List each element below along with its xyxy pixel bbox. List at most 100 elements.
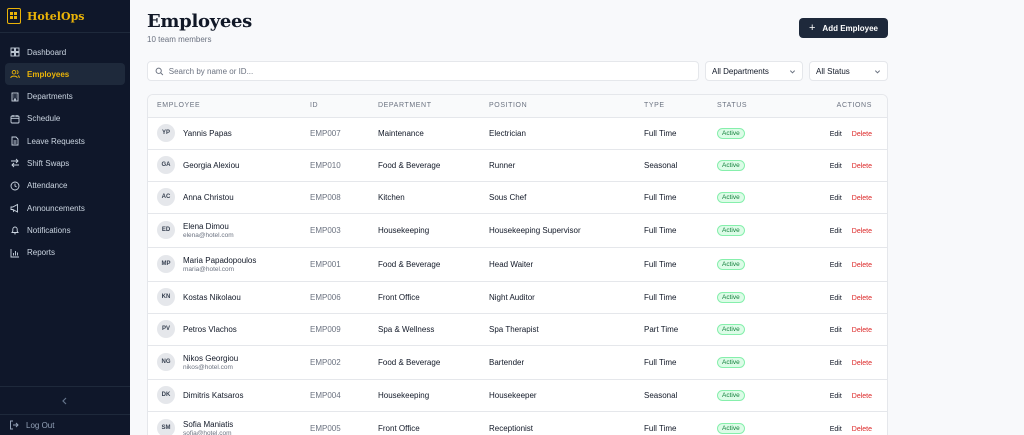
employee-name: Sofia Maniatis [183,419,234,429]
table-row[interactable]: MP Maria Papadopoulos maria@hotel.com EMP00… [148,247,887,282]
delete-button[interactable]: Delete [852,228,872,235]
avatar: NG [157,353,175,371]
department-filter-select[interactable]: All Departments [705,61,803,81]
brand[interactable]: HotelOps [0,0,130,33]
edit-button[interactable]: Edit [830,228,842,235]
column-header-department[interactable]: DEPARTMENT [378,95,489,118]
employee-department: Housekeeping [378,213,489,248]
edit-button[interactable]: Edit [830,393,842,400]
sidebar: HotelOps Dashboard Employees Departments Sc… [0,0,130,435]
sidebar-item-notifications[interactable]: Notifications [5,219,125,241]
logout-button[interactable]: Log Out [0,415,130,435]
column-header-position[interactable]: POSITION [489,95,644,118]
sidebar-item-reports[interactable]: Reports [5,242,125,264]
employee-department: Food & Beverage [378,345,489,380]
employee-cell: YP Yannis Papas [148,117,310,150]
table-row[interactable]: ED Elena Dimou elena@hotel.com EMP003 Housek… [148,213,887,248]
collapse-sidebar-button[interactable] [0,387,130,415]
table-header-row: EMPLOYEE ID DEPARTMENT POSITION TYPE STA… [148,95,887,118]
sidebar-item-departments[interactable]: Departments [5,86,125,108]
sidebar-item-shift-swaps[interactable]: Shift Swaps [5,152,125,174]
title-block: Employees 10 team members [147,11,252,44]
filter-bar: All Departments All Status [147,61,888,81]
table-row[interactable]: GA Georgia Alexiou EMP010 Food & Beverage Ru… [148,149,887,182]
edit-button[interactable]: Edit [830,295,842,302]
edit-button[interactable]: Edit [830,327,842,334]
edit-button[interactable]: Edit [830,426,842,433]
employee-id: EMP002 [310,345,378,380]
sidebar-item-dashboard[interactable]: Dashboard [5,41,125,63]
table-row[interactable]: AC Anna Christou EMP008 Kitchen Sous Chef Ful… [148,181,887,214]
employee-position: Housekeeping Supervisor [489,213,644,248]
employee-id: EMP008 [310,181,378,214]
actions-cell: Edit Delete [787,117,887,150]
edit-button[interactable]: Edit [830,131,842,138]
employees-table-container: EMPLOYEE ID DEPARTMENT POSITION TYPE STA… [147,94,888,435]
status-cell: Active [717,181,787,214]
department-filter-value: All Departments [712,66,769,76]
employee-cell: SM Sofia Maniatis sofia@hotel.com [148,411,310,435]
status-badge: Active [717,422,745,434]
sidebar-item-announcements[interactable]: Announcements [5,197,125,219]
add-employee-button[interactable]: + Add Employee [799,18,888,38]
edit-button[interactable]: Edit [830,195,842,202]
delete-button[interactable]: Delete [852,426,872,433]
employee-name: Petros Vlachos [183,324,237,334]
status-filter-select[interactable]: All Status [809,61,888,81]
employee-type: Full Time [644,247,717,282]
employee-cell: NG Nikos Georgiou nikos@hotel.com [148,345,310,380]
employee-id: EMP004 [310,379,378,412]
employee-cell: MP Maria Papadopoulos maria@hotel.com [148,247,310,282]
delete-button[interactable]: Delete [852,360,872,367]
actions-cell: Edit Delete [787,149,887,182]
table-row[interactable]: NG Nikos Georgiou nikos@hotel.com EMP002 Foo… [148,345,887,380]
page-title: Employees [147,11,252,32]
search-input[interactable] [168,66,698,76]
employee-email: sofia@hotel.com [183,429,232,435]
delete-button[interactable]: Delete [852,295,872,302]
sidebar-item-schedule[interactable]: Schedule [5,108,125,130]
sidebar-footer: Log Out [0,386,130,435]
sidebar-item-employees[interactable]: Employees [5,63,125,86]
delete-button[interactable]: Delete [852,131,872,138]
delete-button[interactable]: Delete [852,262,872,269]
delete-button[interactable]: Delete [852,327,872,334]
employee-name: Anna Christou [183,192,234,202]
edit-button[interactable]: Edit [830,262,842,269]
employee-department: Maintenance [378,117,489,150]
actions-cell: Edit Delete [787,379,887,412]
sidebar-item-label: Notifications [27,225,71,235]
document-icon [10,136,20,146]
table-row[interactable]: DK Dimitris Katsaros EMP004 Housekeeping Hou… [148,379,887,412]
sidebar-item-leave-requests[interactable]: Leave Requests [5,130,125,152]
actions-cell: Edit Delete [787,181,887,214]
sidebar-item-attendance[interactable]: Attendance [5,175,125,197]
column-header-type[interactable]: TYPE [644,95,717,118]
actions-cell: Edit Delete [787,411,887,435]
table-row[interactable]: SM Sofia Maniatis sofia@hotel.com EMP005 Fro… [148,411,887,435]
delete-button[interactable]: Delete [852,393,872,400]
delete-button[interactable]: Delete [852,163,872,170]
table-row[interactable]: PV Petros Vlachos EMP009 Spa & Wellness Spa … [148,313,887,346]
delete-button[interactable]: Delete [852,195,872,202]
edit-button[interactable]: Edit [830,163,842,170]
employee-department: Housekeeping [378,379,489,412]
avatar: MP [157,255,175,273]
avatar: GA [157,156,175,174]
table-row[interactable]: KN Kostas Nikolaou EMP006 Front Office Night… [148,281,887,314]
actions-cell: Edit Delete [787,281,887,314]
column-header-id[interactable]: ID [310,95,378,118]
employee-type: Full Time [644,345,717,380]
column-header-employee[interactable]: EMPLOYEE [148,95,310,118]
column-header-status[interactable]: STATUS [717,95,787,118]
edit-button[interactable]: Edit [830,360,842,367]
users-icon [10,69,20,79]
bell-icon [10,225,20,235]
megaphone-icon [10,203,20,213]
search-box[interactable] [147,61,699,81]
table-row[interactable]: YP Yannis Papas EMP007 Maintenance Electrici… [148,117,887,150]
status-cell: Active [717,379,787,412]
employee-type: Part Time [644,313,717,346]
employee-email: maria@hotel.com [183,265,235,273]
plus-icon: + [808,21,816,34]
